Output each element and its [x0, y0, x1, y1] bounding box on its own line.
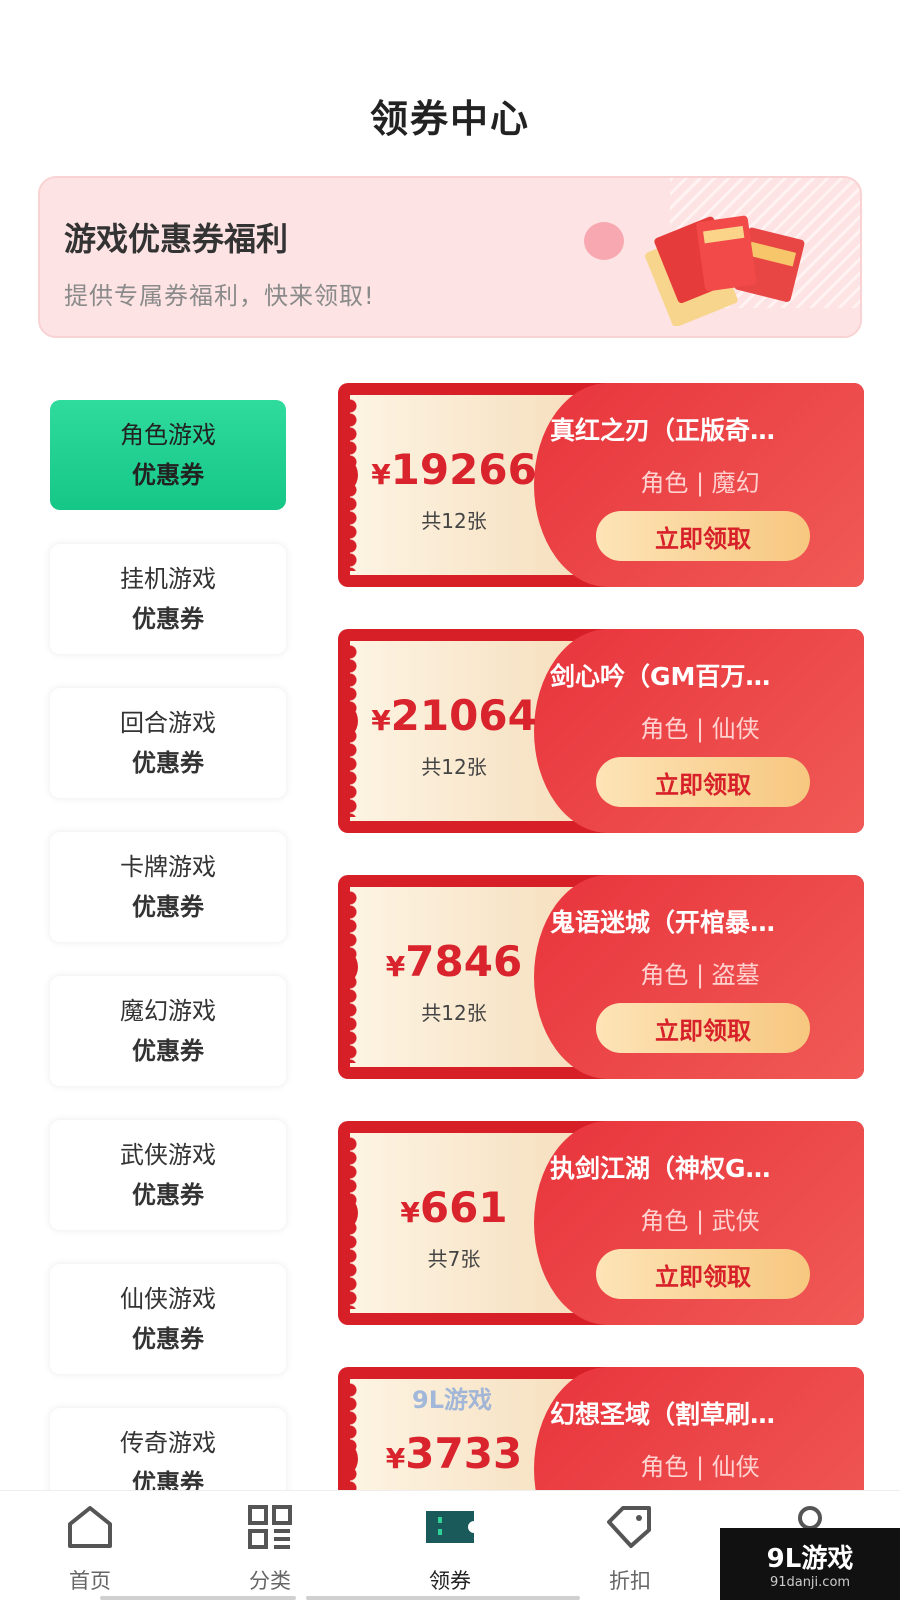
coupon-count: 共12张 — [421, 1001, 487, 1025]
claim-button[interactable]: 立即领取 — [596, 1003, 810, 1053]
game-tags: 角色 | 武侠 — [640, 1207, 760, 1235]
coupon-amount: ¥3733 — [385, 1429, 523, 1478]
claim-button[interactable]: 立即领取 — [596, 757, 810, 807]
tab-label: 分类 — [249, 1569, 291, 1593]
game-name: 幻想圣域（割草刷… — [550, 1400, 776, 1429]
tag-icon — [602, 1499, 658, 1555]
sidebar-item-label: 角色游戏 — [120, 421, 216, 449]
claim-button[interactable]: 立即领取 — [596, 1249, 810, 1299]
tab-discount[interactable]: 折扣 — [540, 1491, 720, 1600]
ticket-icon — [422, 1499, 478, 1555]
banner-title: 游戏优惠券福利 — [64, 220, 289, 258]
sidebar-item-wuxia[interactable]: 武侠游戏 优惠券 — [50, 1120, 286, 1230]
game-tags: 角色 | 仙侠 — [640, 1453, 760, 1481]
page-title: 领券中心 — [369, 97, 530, 141]
game-name: 执剑江湖（神权G… — [550, 1154, 771, 1183]
coupon-list: ¥19266 共12张 真红之刃（正版奇… 角色 | 魔幻 立即领取 ¥2106… — [338, 383, 864, 1600]
coupon-card[interactable]: ¥21064 共12张 剑心吟（GM百万… 角色 | 仙侠 立即领取 — [338, 629, 864, 833]
sidebar-item-sublabel: 优惠券 — [132, 893, 204, 921]
decorative-dot — [584, 222, 624, 260]
gesture-bar — [100, 1596, 296, 1600]
coupon-count: 共7张 — [427, 1247, 481, 1271]
sidebar-item-sublabel: 优惠券 — [132, 605, 204, 633]
coupon-count: 共12张 — [421, 755, 487, 779]
sidebar-item-fantasy[interactable]: 魔幻游戏 优惠券 — [50, 976, 286, 1086]
sidebar-item-label: 挂机游戏 — [120, 565, 216, 593]
coupon-count: 共12张 — [421, 509, 487, 533]
tab-label: 领券 — [429, 1569, 471, 1593]
coupon-amount: ¥7846 — [385, 937, 523, 986]
sidebar-item-idle[interactable]: 挂机游戏 优惠券 — [50, 544, 286, 654]
sidebar-item-label: 魔幻游戏 — [120, 997, 216, 1025]
tab-label: 首页 — [69, 1569, 111, 1593]
category-sidebar: 角色游戏 优惠券 挂机游戏 优惠券 回合游戏 优惠券 卡牌游戏 优惠券 魔幻游戏… — [40, 400, 286, 1552]
coupon-card[interactable]: ¥7846 共12张 鬼语迷城（开棺暴… 角色 | 盗墓 立即领取 — [338, 875, 864, 1079]
game-tags: 角色 | 盗墓 — [640, 961, 760, 989]
coupon-illustration-icon — [645, 215, 805, 326]
watermark-url: 91danji.com — [769, 1575, 851, 1590]
sidebar-item-sublabel: 优惠券 — [132, 1181, 204, 1209]
sidebar-item-label: 卡牌游戏 — [120, 853, 216, 881]
game-name: 真红之刃（正版奇… — [550, 416, 776, 445]
watermark-logo: 9L游戏 — [412, 1386, 492, 1414]
home-icon — [62, 1499, 118, 1555]
banner-subtitle: 提供专属券福利，快来领取! — [64, 282, 375, 310]
coupon-card[interactable]: ¥19266 共12张 真红之刃（正版奇… 角色 | 魔幻 立即领取 — [338, 383, 864, 587]
sidebar-item-card[interactable]: 卡牌游戏 优惠券 — [50, 832, 286, 942]
game-name: 剑心吟（GM百万… — [550, 662, 771, 691]
sidebar-item-sublabel: 优惠券 — [132, 461, 204, 489]
promo-banner[interactable]: 游戏优惠券福利 提供专属券福利，快来领取! — [38, 176, 862, 338]
tab-category[interactable]: 分类 — [180, 1491, 360, 1600]
coupon-amount: ¥661 — [400, 1183, 508, 1232]
claim-button[interactable]: 立即领取 — [596, 511, 810, 561]
sidebar-item-sublabel: 优惠券 — [132, 749, 204, 777]
watermark-text: 9L游戏 — [766, 1544, 854, 1574]
sidebar-item-turn-based[interactable]: 回合游戏 优惠券 — [50, 688, 286, 798]
game-name: 鬼语迷城（开棺暴… — [550, 908, 776, 937]
sidebar-item-sublabel: 优惠券 — [132, 1037, 204, 1065]
gesture-bar — [306, 1596, 580, 1600]
sidebar-item-role[interactable]: 角色游戏 优惠券 — [50, 400, 286, 510]
sidebar-item-label: 回合游戏 — [120, 709, 216, 737]
coupon-card[interactable]: ¥661 共7张 执剑江湖（神权G… 角色 | 武侠 立即领取 — [338, 1121, 864, 1325]
tab-label: 折扣 — [609, 1569, 651, 1593]
sidebar-item-sublabel: 优惠券 — [132, 1325, 204, 1353]
watermark-badge: 9L游戏 91danji.com — [720, 1528, 900, 1600]
coupon-amount: ¥21064 — [371, 691, 537, 740]
sidebar-item-label: 传奇游戏 — [120, 1429, 216, 1457]
game-tags: 角色 | 仙侠 — [640, 715, 760, 743]
sidebar-item-label: 仙侠游戏 — [120, 1285, 216, 1313]
coupon-amount: ¥19266 — [371, 445, 537, 494]
sidebar-item-xianxia[interactable]: 仙侠游戏 优惠券 — [50, 1264, 286, 1374]
tab-home[interactable]: 首页 — [0, 1491, 180, 1600]
coupon-center-screen: 领券中心 游戏优惠券福利 提供专属券福利，快来领取! 角色游戏 优惠券 挂机游戏… — [0, 0, 900, 1600]
game-tags: 角色 | 魔幻 — [640, 469, 760, 497]
grid-icon — [242, 1499, 298, 1555]
sidebar-item-label: 武侠游戏 — [120, 1141, 216, 1169]
tab-coupons[interactable]: 领券 — [360, 1491, 540, 1600]
